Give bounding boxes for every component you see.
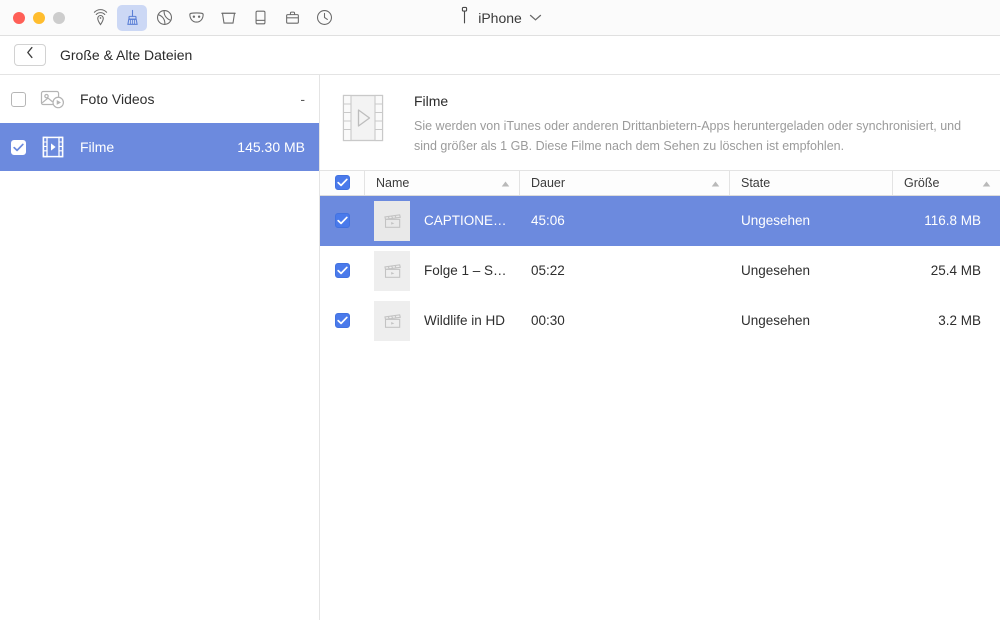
table-row[interactable]: CAPTIONE… 45:06 Ungesehen 116.8 MB (320, 195, 1000, 246)
sidebar-item-label: Foto Videos (80, 91, 155, 107)
sidebar-item-filme[interactable]: Filme 145.30 MB (0, 123, 319, 171)
row-checkbox-cell[interactable] (320, 196, 365, 246)
row-state: Ungesehen (741, 313, 811, 328)
toolbar-item-airplay[interactable] (85, 5, 115, 31)
row-duration: 45:06 (531, 213, 565, 228)
clapperboard-icon (374, 300, 410, 341)
detail-header-text: Filme Sie werden von iTunes oder anderen… (414, 91, 980, 157)
column-label: Größe (904, 175, 940, 190)
toolbar-item-device[interactable] (245, 5, 275, 31)
files-table: Name Dauer State Größe CAPTIONE… 45:06 U… (320, 169, 1000, 346)
row-state: Ungesehen (741, 213, 811, 228)
sort-ascending-icon (982, 176, 991, 190)
column-header-groesse[interactable]: Größe (893, 171, 1000, 195)
clock-history-icon (315, 8, 334, 27)
column-header-name[interactable]: Name (365, 170, 520, 195)
toolbar-item-trash[interactable] (213, 5, 243, 31)
sidebar-item-size: - (300, 91, 305, 107)
app-window: iPhone Große & Alte Dateien Foto Videos … (0, 0, 1000, 620)
airplay-icon (91, 8, 110, 27)
chevron-down-icon[interactable] (529, 9, 542, 27)
close-window-button[interactable] (13, 11, 25, 24)
toolbar-item-history[interactable] (309, 5, 339, 31)
sidebar-item-foto-videos[interactable]: Foto Videos - (0, 75, 319, 123)
row-name: CAPTIONE… (424, 213, 507, 228)
sort-ascending-icon (711, 176, 720, 190)
select-all-header-cell[interactable] (320, 170, 365, 195)
row-checkbox[interactable] (335, 213, 350, 228)
traffic-lights (0, 11, 65, 24)
maximize-window-button[interactable] (53, 11, 65, 24)
sidebar-item-label: Filme (80, 139, 115, 155)
back-button[interactable] (14, 44, 46, 66)
row-name: Folge 1 – S… (424, 263, 507, 278)
row-checkbox-cell[interactable] (320, 296, 365, 346)
column-label: Name (376, 175, 410, 190)
minimize-window-button[interactable] (33, 11, 45, 24)
device-icon (251, 8, 270, 27)
briefcase-icon (283, 8, 302, 27)
row-name-cell: Folge 1 – S… (365, 246, 520, 296)
title-bar: iPhone (0, 0, 1000, 36)
row-size: 116.8 MB (924, 213, 981, 228)
toolbar-item-browser[interactable] (149, 5, 179, 31)
row-name-cell: Wildlife in HD (365, 296, 520, 346)
filmstrip-large-icon (338, 93, 392, 157)
row-checkbox[interactable] (335, 313, 350, 328)
mask-icon (187, 8, 206, 27)
globe-icon (155, 8, 174, 27)
column-header-dauer[interactable]: Dauer (520, 170, 730, 195)
detail-title: Filme (414, 93, 449, 109)
row-name-cell: CAPTIONE… (365, 196, 520, 246)
sidebar-checkbox-filme[interactable] (11, 139, 26, 155)
row-state: Ungesehen (741, 263, 811, 278)
row-size: 3.2 MB (938, 313, 981, 328)
lightning-connector-icon (458, 6, 471, 30)
clapperboard-icon (374, 250, 410, 291)
trash-bucket-icon (219, 8, 238, 27)
column-header-state[interactable]: State (730, 170, 893, 195)
table-header-row: Name Dauer State Größe (320, 169, 1000, 196)
chevron-left-icon (26, 46, 34, 64)
sidebar: Foto Videos - Filme 145.30 MB (0, 75, 320, 620)
device-name-label: iPhone (478, 10, 522, 26)
row-duration: 00:30 (531, 313, 565, 328)
table-row[interactable]: Folge 1 – S… 05:22 Ungesehen 25.4 MB (320, 246, 1000, 296)
row-size: 25.4 MB (930, 263, 981, 278)
detail-header: Filme Sie werden von iTunes oder anderen… (320, 75, 1000, 157)
column-label: State (741, 175, 771, 190)
content-body: Foto Videos - Filme 145.30 MB Filme Sie … (0, 75, 1000, 620)
breadcrumb-bar: Große & Alte Dateien (0, 36, 1000, 75)
main-toolbar (85, 4, 339, 31)
detail-description: Sie werden von iTunes oder anderen Dritt… (414, 119, 962, 154)
sidebar-checkbox-foto-videos[interactable] (11, 91, 26, 107)
toolbar-item-privacy[interactable] (181, 5, 211, 31)
table-row[interactable]: Wildlife in HD 00:30 Ungesehen 3.2 MB (320, 296, 1000, 346)
sort-ascending-icon (501, 176, 510, 190)
sidebar-item-size: 145.30 MB (237, 139, 305, 155)
row-duration: 05:22 (531, 263, 565, 278)
row-checkbox-cell[interactable] (320, 246, 365, 296)
column-label: Dauer (531, 175, 566, 190)
clapperboard-icon (374, 200, 410, 241)
page-title: Große & Alte Dateien (60, 47, 193, 63)
row-checkbox[interactable] (335, 263, 350, 278)
photo-video-icon (38, 89, 68, 110)
toolbar-item-toolkit[interactable] (277, 5, 307, 31)
toolbar-item-clean[interactable] (117, 4, 147, 31)
row-name: Wildlife in HD (424, 313, 506, 328)
filmstrip-icon (38, 135, 68, 159)
detail-pane: Filme Sie werden von iTunes oder anderen… (320, 75, 1000, 620)
broom-icon (123, 8, 142, 27)
select-all-checkbox[interactable] (334, 175, 350, 190)
